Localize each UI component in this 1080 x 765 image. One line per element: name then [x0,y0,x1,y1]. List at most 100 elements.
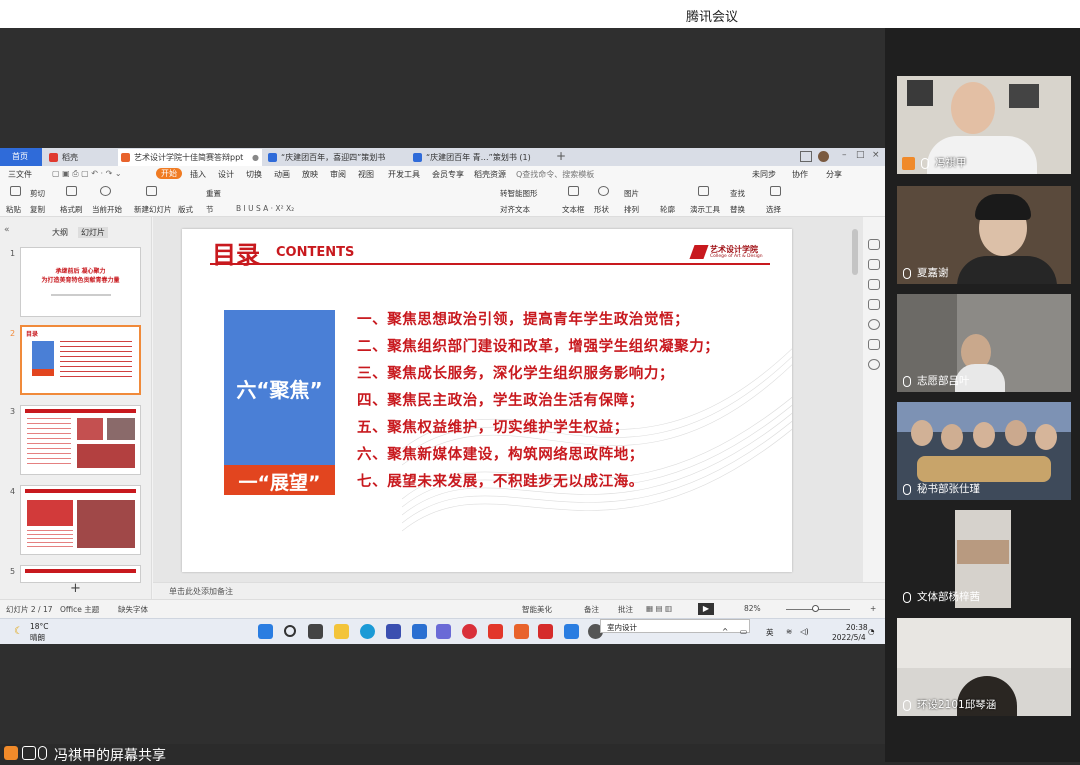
menu-transition[interactable]: 切换 [246,169,262,180]
notes-toggle[interactable]: 备注 [584,604,599,615]
slide-thumbnail-3[interactable] [20,405,141,475]
close-window-icon[interactable]: × [872,150,880,160]
command-search[interactable]: Q查找命令、搜索模板 [516,169,594,180]
smart-shape-button[interactable]: 转智能图形 [500,188,538,199]
store-icon[interactable] [386,624,401,639]
presenter-tools-icon[interactable] [698,186,709,196]
new-slide-icon[interactable] [146,186,157,196]
music-icon[interactable] [462,624,477,639]
participant-tile-5[interactable]: 文体部杨梓茜 [897,510,1071,608]
zoom-slider-handle[interactable] [812,605,819,612]
share-button[interactable]: 分享 [826,169,842,180]
clock-date[interactable]: 2022/5/4 [832,633,866,642]
menu-insert[interactable]: 插入 [190,169,206,180]
close-icon[interactable]: ● [252,149,259,166]
menu-animation[interactable]: 动画 [274,169,290,180]
adjust-icon[interactable] [868,259,880,270]
start-icon[interactable] [258,624,273,639]
textbox-icon[interactable] [568,186,579,196]
collaborate-button[interactable]: 协作 [792,169,808,180]
input-method[interactable]: 英 [766,627,774,638]
missing-font[interactable]: 缺失字体 [118,604,148,615]
mail-icon[interactable] [412,624,427,639]
menu-docer-resources[interactable]: 稻壳资源 [474,169,506,180]
find-button[interactable]: 查找 [730,188,745,199]
textbox-button[interactable]: 文本框 [562,204,585,215]
cut-button[interactable]: 剪切 [30,188,45,199]
menu-slideshow[interactable]: 放映 [302,169,318,180]
add-slide-icon[interactable]: + [70,581,81,596]
animation-icon[interactable] [868,279,880,290]
play-icon[interactable] [100,186,111,196]
participant-tile-2[interactable]: 夏嘉谢 [897,186,1071,284]
wifi-icon[interactable]: ≋ [786,627,792,636]
align-text-button[interactable]: 对齐文本 [500,204,530,215]
panel-tab-outline[interactable]: 大纲 [52,227,68,238]
meeting-app-icon[interactable] [564,624,579,639]
font-format-buttons[interactable]: B I U S A · X² X₂ [236,204,294,213]
picture-button[interactable]: 图片 [624,188,639,199]
copy-icon[interactable] [868,299,880,310]
participant-tile-1[interactable]: 冯祺甲 [897,76,1071,174]
quick-access-icons[interactable]: ▢ ▣ ⎙ ▢ ↶ · ↷ ⌄ [52,169,122,179]
backup-icon[interactable] [868,339,880,350]
format-painter-button[interactable]: 格式刷 [60,204,83,215]
menu-review[interactable]: 审阅 [330,169,346,180]
maximize-icon[interactable]: □ [856,150,865,160]
smart-beautify[interactable]: 智能美化 [522,604,552,615]
new-slide-button[interactable]: 新建幻灯片 [134,204,172,215]
collapse-panel-icon[interactable]: « [4,225,10,235]
zoom-level[interactable]: 82% [744,604,761,613]
select-icon[interactable] [770,186,781,196]
comments-toggle[interactable]: 批注 [618,604,633,615]
copy-button[interactable]: 复制 [30,204,45,215]
menu-start[interactable]: 开始 [156,168,182,179]
menu-member[interactable]: 会员专享 [432,169,464,180]
outline-button[interactable]: 轮廓 [660,204,675,215]
paste-icon[interactable] [10,186,21,196]
notes-bar[interactable]: 单击此处添加备注 [153,582,885,599]
current-slide[interactable]: 目录 CONTENTS 艺术设计学院 College of Art & Desi… [182,229,792,572]
file-explorer-icon[interactable] [334,624,349,639]
shape-button[interactable]: 形状 [594,204,609,215]
notification-icon[interactable]: ◔ [868,627,875,636]
photos-icon[interactable] [436,624,451,639]
battery-icon[interactable]: ▭ [740,627,747,636]
window-layout-icon[interactable] [800,151,812,162]
tray-chevron-icon[interactable]: ^ [722,627,728,636]
user-avatar[interactable] [818,151,829,162]
section-button[interactable]: 节 [206,204,214,215]
play-from-current-button[interactable]: 当前开始 [92,204,122,215]
sync-status[interactable]: 未同步 [752,169,776,180]
slide-thumbnail-1[interactable]: 承继前后 凝心聚力 为打造美育特色贡献青春力量 [20,247,141,317]
new-tab-icon[interactable]: + [556,149,566,163]
tab-docer[interactable]: 稻壳 [46,149,116,166]
reset-button[interactable]: 重置 [206,188,221,199]
zoom-in-icon[interactable]: + [870,604,876,613]
arrange-button[interactable]: 排列 [624,204,639,215]
menu-file[interactable]: 三文件 [8,169,32,180]
play-slideshow-icon[interactable]: ▶ [698,603,714,615]
menu-view[interactable]: 视图 [358,169,374,180]
volume-icon[interactable]: ◁) [800,627,809,636]
search-icon[interactable] [284,625,296,637]
clock-time[interactable]: 20:38 [846,623,868,632]
participant-tile-6[interactable]: 环设2101邱琴涵 [897,618,1071,716]
select-button[interactable]: 选择 [766,204,781,215]
replace-button[interactable]: 替换 [730,204,745,215]
slide-thumbnail-4[interactable] [20,485,141,555]
pdf-icon[interactable] [538,624,553,639]
paste-button[interactable]: 粘贴 [6,204,21,215]
tab-home[interactable]: 首页 [0,148,42,166]
tab-plan-doc-2[interactable]: “庆建团百年 青…”策划书 (1) [410,149,552,166]
wps-icon[interactable] [488,624,503,639]
view-mode-icons[interactable]: ▦ ▤ ▥ [646,604,672,613]
properties-icon[interactable] [868,239,880,250]
participant-tile-3[interactable]: 志愿部吕叶 [897,294,1071,392]
help-icon[interactable] [868,319,880,330]
slide-thumbnail-2[interactable]: 目录 [20,325,141,395]
participant-tile-4[interactable]: 秘书部张仕瑾 [897,402,1071,500]
edge-icon[interactable] [360,624,375,639]
shape-icon[interactable] [598,186,609,196]
menu-design[interactable]: 设计 [218,169,234,180]
